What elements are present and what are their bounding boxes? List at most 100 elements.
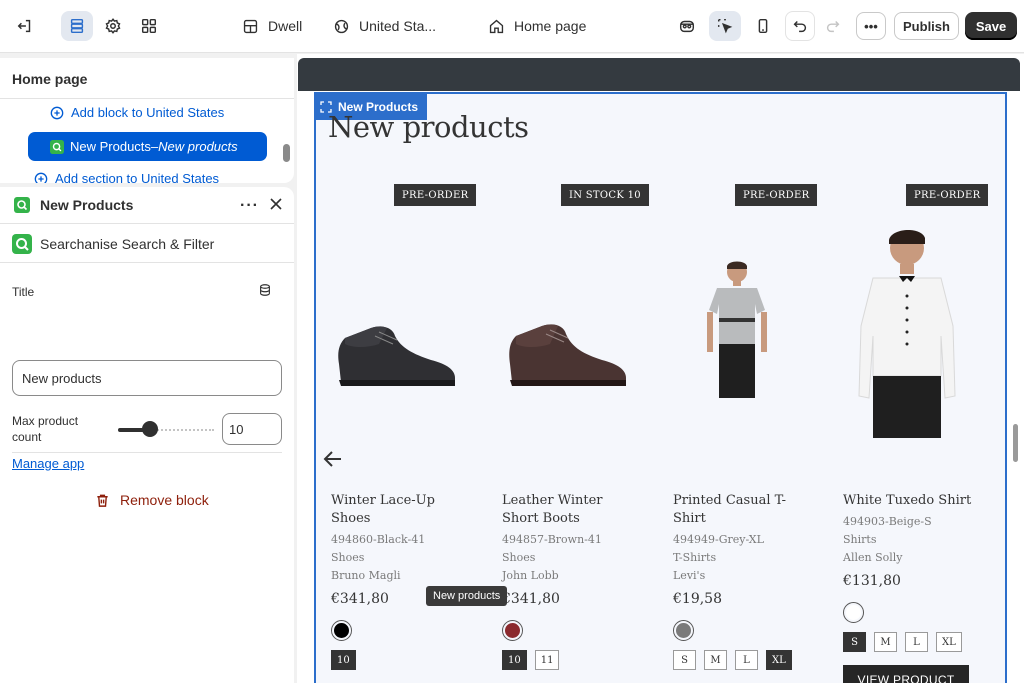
product-price: €131,80 <box>843 573 901 589</box>
size-option[interactable]: 10 <box>331 650 356 670</box>
searchanise-app-icon <box>14 197 30 213</box>
tree-item-separator: – <box>150 139 159 154</box>
size-option[interactable]: XL <box>766 650 792 670</box>
globe-icon <box>334 19 349 33</box>
product-image-tshirt[interactable] <box>673 260 831 402</box>
color-swatch[interactable] <box>673 620 694 641</box>
page-selector[interactable]: Home page <box>488 11 586 41</box>
preview-scrollbar[interactable] <box>1013 424 1018 462</box>
add-block-link[interactable]: Add block to United States <box>50 105 224 120</box>
trash-icon <box>97 494 108 507</box>
more-options-icon[interactable]: ··· <box>240 197 259 215</box>
theme-name: Dwell <box>268 18 303 34</box>
product-type: Shoes <box>331 551 365 564</box>
color-swatch[interactable] <box>331 620 352 641</box>
max-count-label: Max product count <box>12 414 79 444</box>
max-count-input[interactable]: 10 <box>222 413 282 445</box>
section-tree-card: Home page Add block to United States New… <box>0 58 294 183</box>
inspector-cursor-icon[interactable] <box>709 11 741 41</box>
swatch-fill <box>676 623 691 638</box>
remove-block-button[interactable]: Remove block <box>95 492 209 508</box>
product-title[interactable]: Winter Lace-Up Shoes <box>331 492 471 528</box>
view-product-button[interactable]: VIEW PRODUCT <box>843 665 969 683</box>
arrow-left-icon[interactable] <box>323 450 343 468</box>
product-price: €341,80 <box>502 591 560 607</box>
home-icon <box>489 19 504 33</box>
save-button[interactable]: Save <box>965 12 1017 40</box>
tree-item-new-products[interactable]: New Products – New products <box>28 132 267 161</box>
product-badge: PRE-ORDER <box>394 184 477 206</box>
add-block-label: Add block to United States <box>71 105 225 120</box>
size-option[interactable]: M <box>704 650 727 670</box>
title-input[interactable]: New products <box>12 360 282 396</box>
size-option[interactable]: S <box>673 650 696 670</box>
product-image-shoe[interactable] <box>331 314 489 394</box>
product-sku: 494903-Beige-S <box>843 515 932 528</box>
searchanise-app-icon <box>12 234 32 254</box>
product-vendor: Allen Solly <box>843 551 903 564</box>
sections-icon[interactable] <box>61 11 93 41</box>
market-selector[interactable]: United Sta... <box>333 11 436 41</box>
panel-title: New Products <box>40 197 134 213</box>
mobile-preview-icon[interactable] <box>749 11 777 41</box>
size-option[interactable]: 11 <box>534 650 560 670</box>
size-option[interactable]: L <box>905 632 928 652</box>
max-count-slider-track[interactable] <box>118 428 214 432</box>
color-swatch[interactable] <box>843 602 864 623</box>
market-name: United Sta... <box>359 18 437 34</box>
redo-icon[interactable] <box>818 11 848 41</box>
product-vendor: John Lobb <box>502 569 559 582</box>
product-price: €19,58 <box>673 591 722 607</box>
sidebar-scrollbar[interactable] <box>283 144 290 162</box>
tree-item-label: New Products <box>70 139 151 154</box>
size-option[interactable]: XL <box>936 632 962 652</box>
size-option[interactable]: M <box>874 632 897 652</box>
app-name: Searchanise Search & Filter <box>40 236 215 252</box>
product-sku: 494949-Grey-XL <box>673 533 764 546</box>
page-name: Home page <box>514 18 587 34</box>
product-title[interactable]: White Tuxedo Shirt <box>843 492 983 510</box>
add-section-link[interactable]: Add section to United States <box>34 171 219 183</box>
exit-icon[interactable] <box>10 11 40 41</box>
swatch-fill <box>846 605 861 620</box>
product-vendor: Levi's <box>673 569 706 582</box>
add-circle-icon <box>50 106 64 119</box>
close-icon[interactable] <box>268 196 284 212</box>
publish-button[interactable]: Publish <box>894 12 959 40</box>
product-image-boot[interactable] <box>502 314 660 394</box>
theme-selector[interactable]: Dwell <box>242 11 302 41</box>
ai-assistant-icon[interactable] <box>673 11 701 41</box>
size-options: 10 11 <box>502 650 560 670</box>
product-title[interactable]: Printed Casual T-Shirt <box>673 492 813 528</box>
swatch-fill <box>505 623 520 638</box>
add-circle-icon <box>34 172 48 183</box>
color-swatch[interactable] <box>502 620 523 641</box>
settings-gear-icon[interactable] <box>98 11 128 41</box>
size-option[interactable]: 10 <box>502 650 527 670</box>
product-title[interactable]: Leather Winter Short Boots <box>502 492 642 528</box>
section-heading: New products <box>328 110 529 144</box>
product-image-tuxedo-shirt[interactable] <box>843 226 1001 438</box>
slider-handle[interactable] <box>142 421 158 437</box>
add-section-label: Add section to United States <box>55 171 220 183</box>
product-sku: 494860-Black-41 <box>331 533 426 546</box>
product-type: Shoes <box>502 551 536 564</box>
size-option[interactable]: L <box>735 650 758 670</box>
apps-icon[interactable] <box>134 11 164 41</box>
top-bar: Dwell United Sta... Home page ••• Publis… <box>0 0 1024 53</box>
size-options: S M L XL <box>673 650 792 670</box>
undo-icon[interactable] <box>785 11 815 41</box>
dynamic-source-icon[interactable] <box>258 283 272 297</box>
size-option[interactable]: S <box>843 632 866 652</box>
more-actions-icon[interactable]: ••• <box>856 12 886 40</box>
product-price: €341,80 <box>331 591 389 607</box>
title-label: Title <box>12 285 35 299</box>
app-row[interactable]: Searchanise Search & Filter <box>0 224 294 263</box>
size-options: 10 <box>331 650 356 670</box>
layout-icon <box>243 19 258 33</box>
manage-app-link[interactable]: Manage app <box>12 456 84 471</box>
product-vendor: Bruno Magli <box>331 569 401 582</box>
block-settings-panel: New Products ··· Searchanise Search & Fi… <box>0 187 294 683</box>
announcement-bar <box>298 58 1020 91</box>
product-badge: PRE-ORDER <box>906 184 989 206</box>
